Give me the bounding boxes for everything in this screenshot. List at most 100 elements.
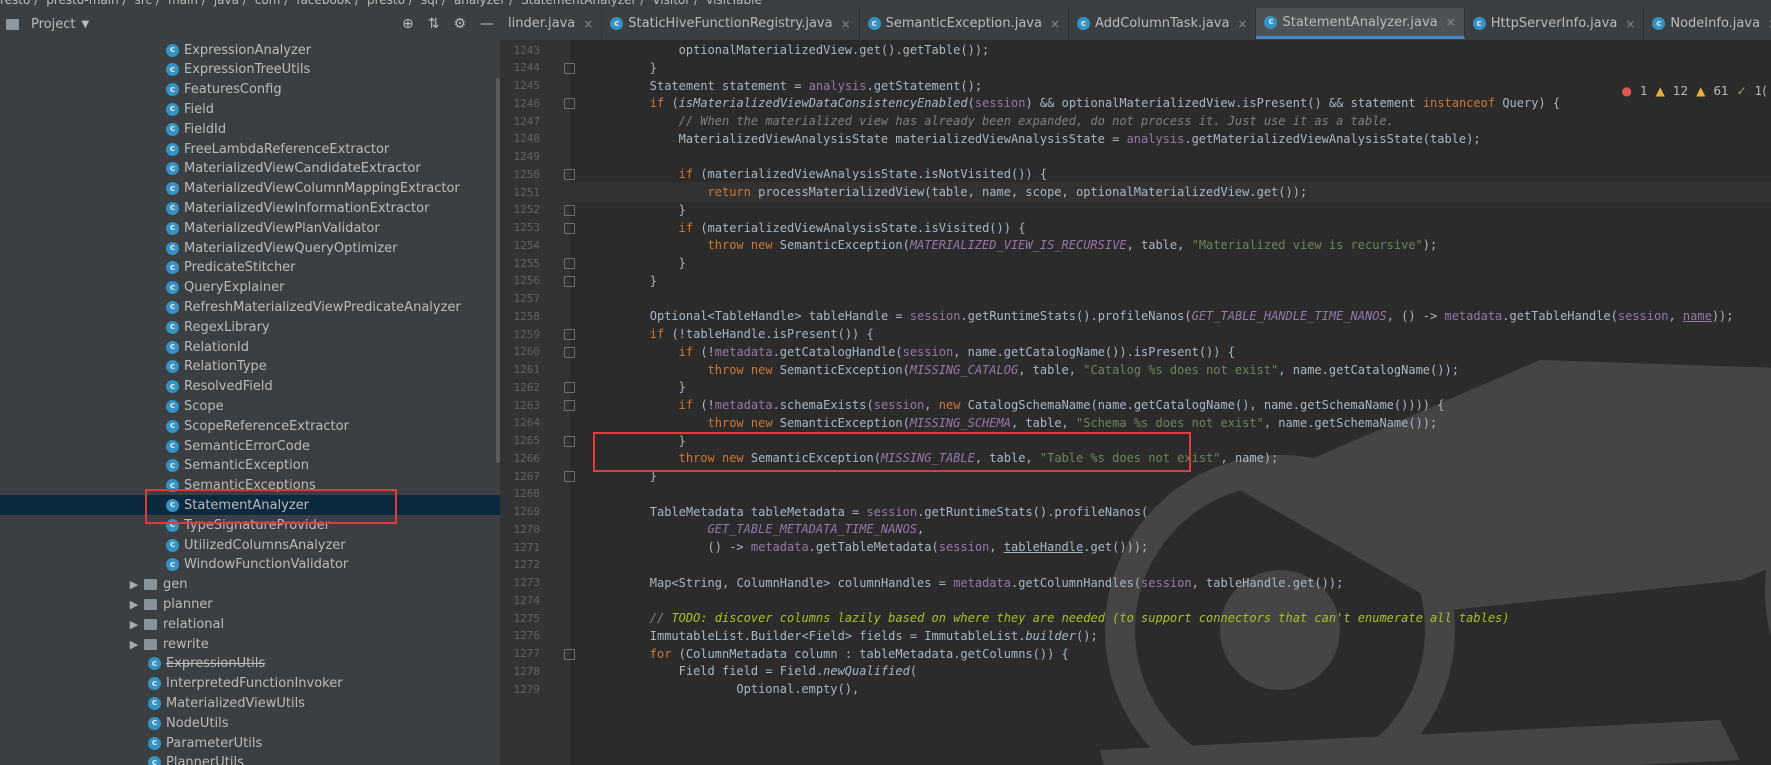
code-token: session (1141, 575, 1192, 590)
close-icon[interactable]: × (1237, 17, 1247, 31)
fold-marker-icon[interactable] (564, 62, 575, 74)
folder-icon (6, 18, 19, 30)
chevron-right-icon[interactable]: ▶ (128, 578, 140, 591)
class-icon: c (166, 459, 179, 473)
tree-item[interactable]: c RefreshMaterializedViewPredicateAnalyze… (0, 297, 500, 317)
editor-tab[interactable]: c AddColumnTask.java × (1069, 8, 1257, 39)
breadcrumb-item[interactable]: StatementAnalyzer / (521, 0, 644, 7)
code-text: () -> metadata.getTableMetadata(session,… (708, 540, 1149, 554)
editor-tab[interactable]: c StaticHiveFunctionRegistry.java × (602, 8, 860, 39)
fold-marker-icon[interactable] (564, 648, 575, 660)
code-token: // (649, 611, 672, 625)
line-number: 1274 (513, 593, 541, 607)
close-icon[interactable]: × (841, 17, 851, 31)
tree-item[interactable]: c SemanticException (0, 456, 500, 476)
tree-item[interactable]: ▶ gen (0, 575, 500, 595)
close-icon[interactable]: × (583, 17, 593, 31)
breadcrumb-item[interactable]: src / (135, 0, 160, 7)
breadcrumb-item[interactable]: java / (214, 0, 247, 7)
tree-item[interactable]: c FreeLambdaReferenceExtractor (0, 139, 500, 159)
breadcrumb-item[interactable]: main / (168, 0, 206, 7)
breadcrumb-item[interactable]: com / (255, 0, 289, 7)
editor-tab[interactable]: c StatementAnalyzer.java × (1256, 8, 1465, 39)
close-icon[interactable]: × (1625, 17, 1635, 31)
breadcrumb-item[interactable]: presto / (367, 0, 413, 7)
code-editor[interactable]: 1243 optionalMaterializedView.get().getTa… (500, 40, 1771, 765)
line-number: 1251 (513, 185, 541, 199)
collapse-all-icon[interactable]: ⇅ (428, 16, 440, 32)
fold-marker-icon[interactable] (564, 435, 575, 447)
tree-item[interactable]: c RelationId (0, 337, 500, 357)
breadcrumb-item[interactable]: Visitor / (652, 0, 698, 7)
inspection-widget[interactable]: ● 1 ▲ 12 ▲ 61 ✓ 1( (1621, 82, 1771, 100)
tree-item[interactable]: c ExpressionAnalyzer (0, 40, 500, 60)
tree-item[interactable]: c Field (0, 99, 500, 119)
tree-item[interactable]: c MaterializedViewColumnMappingExtractor (0, 179, 500, 199)
tree-item[interactable]: c InterpretedFunctionInvoker (0, 674, 500, 694)
tree-item[interactable]: c ResolvedField (0, 377, 500, 397)
chevron-right-icon[interactable]: ▶ (128, 638, 140, 651)
tree-item[interactable]: ▶ rewrite (0, 634, 500, 654)
tree-item[interactable]: ▶ relational (0, 614, 500, 634)
editor-tab[interactable]: linder.java × (500, 8, 603, 39)
tree-item[interactable]: c ExpressionTreeUtils (0, 60, 500, 80)
fold-marker-icon[interactable] (564, 346, 575, 358)
editor-tab[interactable]: c SemanticException.java × (860, 8, 1070, 39)
tree-item[interactable]: c MaterializedViewCandidateExtractor (0, 159, 500, 179)
fold-marker-icon[interactable] (564, 382, 575, 394)
breadcrumb-item[interactable]: resto / (0, 0, 38, 7)
tree-item[interactable]: c RegexLibrary (0, 317, 500, 337)
breadcrumb: resto / presto-main / src / main / java / com… (0, 0, 1771, 8)
code-token: , name.getSchemaName()); (1263, 415, 1438, 430)
locate-icon[interactable]: ⊕ (402, 16, 414, 32)
fold-marker-icon[interactable] (564, 400, 575, 411)
project-view-selector[interactable]: Project ▼ (6, 17, 89, 32)
close-icon[interactable]: × (1050, 17, 1060, 31)
breadcrumb-item[interactable]: visitTable (706, 0, 762, 7)
gear-icon[interactable]: ⚙ (453, 16, 466, 32)
hide-icon[interactable]: — (480, 16, 494, 32)
tree-item[interactable]: c FeaturesConfig (0, 80, 500, 100)
line-number: 1276 (513, 629, 541, 643)
chevron-right-icon[interactable]: ▶ (128, 598, 140, 611)
tree-item[interactable]: c MaterializedViewPlanValidator (0, 218, 500, 238)
tree-item[interactable]: c WindowFunctionValidator (0, 555, 500, 575)
code-token: "Schema %s does not exist" (1076, 415, 1264, 430)
code-line[interactable]: 1279 Optional.empty(), (500, 679, 1771, 699)
editor-tab-label: StaticHiveFunctionRegistry.java (628, 16, 833, 31)
tree-item[interactable]: c QueryExplainer (0, 278, 500, 298)
fold-marker-icon[interactable] (564, 471, 575, 482)
tree-item[interactable]: c ParameterUtils (0, 733, 500, 753)
fold-marker-icon[interactable] (564, 329, 575, 340)
tree-item[interactable]: ▶ planner (0, 594, 500, 614)
editor-tab[interactable]: cNodeInfo.java× (1644, 8, 1771, 39)
breadcrumb-item[interactable]: presto-main / (46, 0, 126, 7)
breadcrumb-item[interactable]: analyzer / (454, 0, 513, 7)
fold-marker-icon[interactable] (564, 169, 575, 181)
tree-item[interactable]: c SemanticErrorCode (0, 436, 500, 456)
tree-item[interactable]: c FieldId (0, 119, 500, 139)
close-icon[interactable]: × (1446, 15, 1456, 29)
tree-item[interactable]: c ScopeReferenceExtractor (0, 416, 500, 436)
line-number: 1259 (513, 327, 541, 341)
fold-marker-icon[interactable] (564, 222, 575, 234)
tree-item[interactable]: c MaterializedViewInformationExtractor (0, 198, 500, 218)
chevron-right-icon[interactable]: ▶ (128, 618, 140, 631)
tree-item[interactable]: c UtilizedColumnsAnalyzer (0, 535, 500, 555)
tree-item[interactable]: c PlannerUtils (0, 753, 500, 765)
breadcrumb-item[interactable]: sql / (421, 0, 446, 7)
breadcrumb-item[interactable]: facebook / (296, 0, 359, 7)
tree-item[interactable]: c ExpressionUtils (0, 654, 500, 674)
code-token: throw new (707, 415, 780, 430)
tree-item[interactable]: c Scope (0, 396, 500, 416)
editor-tab[interactable]: c HttpServerInfo.java × (1465, 8, 1645, 39)
fold-marker-icon[interactable] (564, 98, 575, 110)
tree-item[interactable]: c MaterializedViewUtils (0, 693, 500, 713)
tree-item[interactable]: c RelationType (0, 357, 500, 377)
fold-marker-icon[interactable] (564, 275, 575, 287)
tree-item[interactable]: c NodeUtils (0, 713, 500, 733)
fold-marker-icon[interactable] (564, 204, 575, 216)
tree-item[interactable]: c MaterializedViewQueryOptimizer (0, 238, 500, 258)
tree-item[interactable]: c PredicateStitcher (0, 258, 500, 278)
fold-marker-icon[interactable] (564, 258, 575, 269)
